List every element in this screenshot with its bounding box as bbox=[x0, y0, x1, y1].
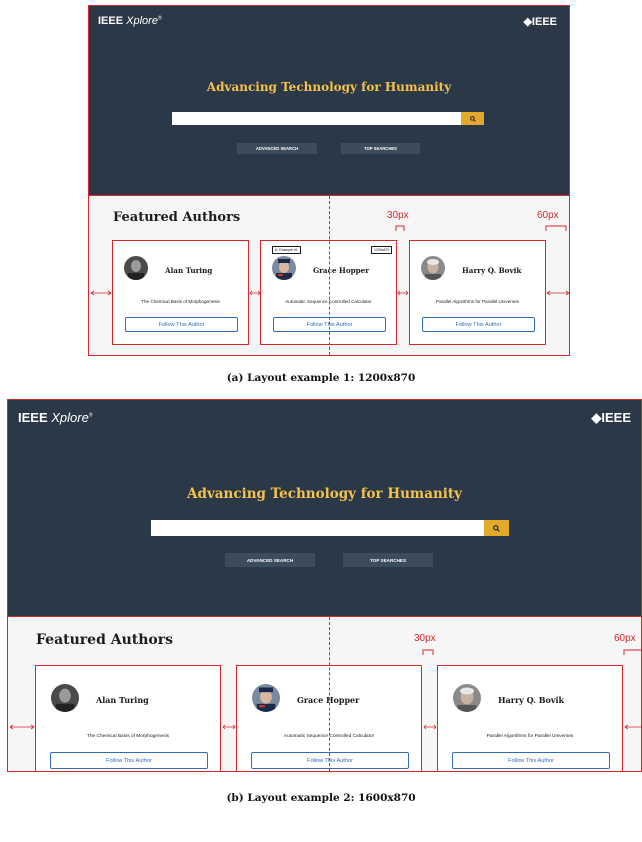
margin-dimension-label: 60px bbox=[614, 633, 636, 644]
brand-product: Xplore bbox=[126, 15, 158, 27]
follow-author-button[interactable]: Follow This Author bbox=[452, 752, 610, 769]
featured-authors-section: Featured Authors Alan Turing The Chemica… bbox=[8, 617, 641, 771]
margin-arrow-right bbox=[624, 724, 641, 730]
top-searches-button[interactable]: TOP SEARCHES bbox=[343, 553, 433, 567]
author-paper: Parallel Algorithms for Parallel Univers… bbox=[436, 299, 519, 304]
annotation-note: A: Example #1 bbox=[272, 246, 301, 254]
featured-authors-title: Featured Authors bbox=[36, 632, 174, 648]
follow-author-button[interactable]: Follow This Author bbox=[125, 317, 238, 332]
author-card: Alan Turing The Chemical Basis of Morpho… bbox=[35, 665, 221, 771]
ieee-logo[interactable]: ◆IEEE bbox=[523, 15, 557, 28]
gap-arrow bbox=[249, 290, 261, 296]
author-paper: The Chemical Basis of Morphogenesis bbox=[86, 734, 170, 739]
follow-author-button[interactable]: Follow This Author bbox=[50, 752, 208, 769]
ieee-xplore-logo[interactable]: IEEE Xplore® bbox=[98, 15, 162, 27]
gap-bracket bbox=[422, 649, 434, 655]
search-button[interactable] bbox=[484, 520, 509, 536]
caption-layout-2: (b) Layout example 2: 1600x870 bbox=[226, 792, 416, 804]
hero-title: Advancing Technology for Humanity bbox=[206, 80, 452, 94]
featured-authors-title: Featured Authors bbox=[113, 210, 241, 225]
magnifier-icon bbox=[493, 524, 500, 532]
author-name: Alan Turing bbox=[96, 695, 149, 705]
top-searches-button[interactable]: TOP SEARCHES bbox=[341, 143, 420, 154]
margin-dimension-label: 60px bbox=[537, 210, 559, 221]
author-card: Harry Q. Bovik Parallel Algorithms for P… bbox=[437, 665, 623, 771]
brand-name: IEEE bbox=[98, 15, 124, 27]
author-avatar bbox=[453, 684, 481, 712]
hero-banner: IEEE Xplore® ◆IEEE Advancing Technology … bbox=[89, 6, 569, 196]
follow-author-button[interactable]: Follow This Author bbox=[251, 752, 409, 769]
gap-arrow bbox=[423, 724, 437, 730]
author-paper: The Chemical Basis of Morphogenesis bbox=[141, 299, 220, 304]
author-avatar bbox=[421, 256, 445, 280]
ieee-xplore-logo[interactable]: IEEE Xplore® bbox=[18, 410, 93, 425]
author-name: Alan Turing bbox=[165, 266, 213, 275]
author-avatar bbox=[51, 684, 79, 712]
advanced-search-button[interactable]: ADVANCED SEARCH bbox=[225, 553, 315, 567]
gap-dimension-label: 30px bbox=[387, 210, 409, 221]
follow-author-button[interactable]: Follow This Author bbox=[422, 317, 535, 332]
author-avatar bbox=[124, 256, 148, 280]
author-avatar bbox=[252, 684, 280, 712]
annotation-size-note: 1200x870 bbox=[371, 246, 393, 254]
gap-dimension-label: 30px bbox=[414, 633, 436, 644]
brand-name: IEEE bbox=[18, 410, 48, 425]
margin-arrow-left bbox=[9, 724, 35, 730]
margin-bracket bbox=[545, 225, 567, 231]
author-name: Harry Q. Bovik bbox=[462, 266, 522, 275]
search-button[interactable] bbox=[461, 112, 484, 125]
search-input[interactable] bbox=[151, 520, 484, 536]
center-guide-line bbox=[329, 196, 330, 355]
author-paper: Parallel Algorithms for Parallel Univers… bbox=[486, 734, 574, 739]
hero-title: Advancing Technology for Humanity bbox=[187, 486, 462, 502]
author-avatar bbox=[272, 256, 296, 280]
brand-mark: ® bbox=[157, 15, 162, 22]
author-name: Harry Q. Bovik bbox=[498, 695, 565, 705]
margin-arrow-right bbox=[546, 290, 569, 296]
author-card: Alan Turing The Chemical Basis of Morpho… bbox=[112, 240, 249, 345]
brand-mark: ® bbox=[88, 412, 93, 419]
hero-banner: IEEE Xplore® ◆IEEE Advancing Technology … bbox=[8, 400, 641, 617]
gap-arrow bbox=[397, 290, 409, 296]
magnifier-icon bbox=[469, 115, 476, 122]
margin-arrow-left bbox=[90, 290, 112, 296]
center-guide-line bbox=[329, 617, 330, 771]
advanced-search-button[interactable]: ADVANCED SEARCH bbox=[237, 143, 317, 154]
brand-product: Xplore bbox=[51, 410, 89, 425]
ieee-logo[interactable]: ◆IEEE bbox=[591, 410, 631, 426]
layout-example-1: IEEE Xplore® ◆IEEE Advancing Technology … bbox=[88, 5, 570, 356]
author-card: Harry Q. Bovik Parallel Algorithms for P… bbox=[409, 240, 546, 345]
author-name: Grace Hopper bbox=[313, 266, 370, 275]
gap-bracket bbox=[395, 225, 405, 231]
caption-layout-1: (a) Layout example 1: 1200x870 bbox=[226, 372, 416, 384]
gap-arrow bbox=[222, 724, 236, 730]
margin-bracket bbox=[623, 649, 641, 655]
search-input[interactable] bbox=[172, 112, 461, 125]
layout-example-2: IEEE Xplore® ◆IEEE Advancing Technology … bbox=[7, 399, 642, 772]
